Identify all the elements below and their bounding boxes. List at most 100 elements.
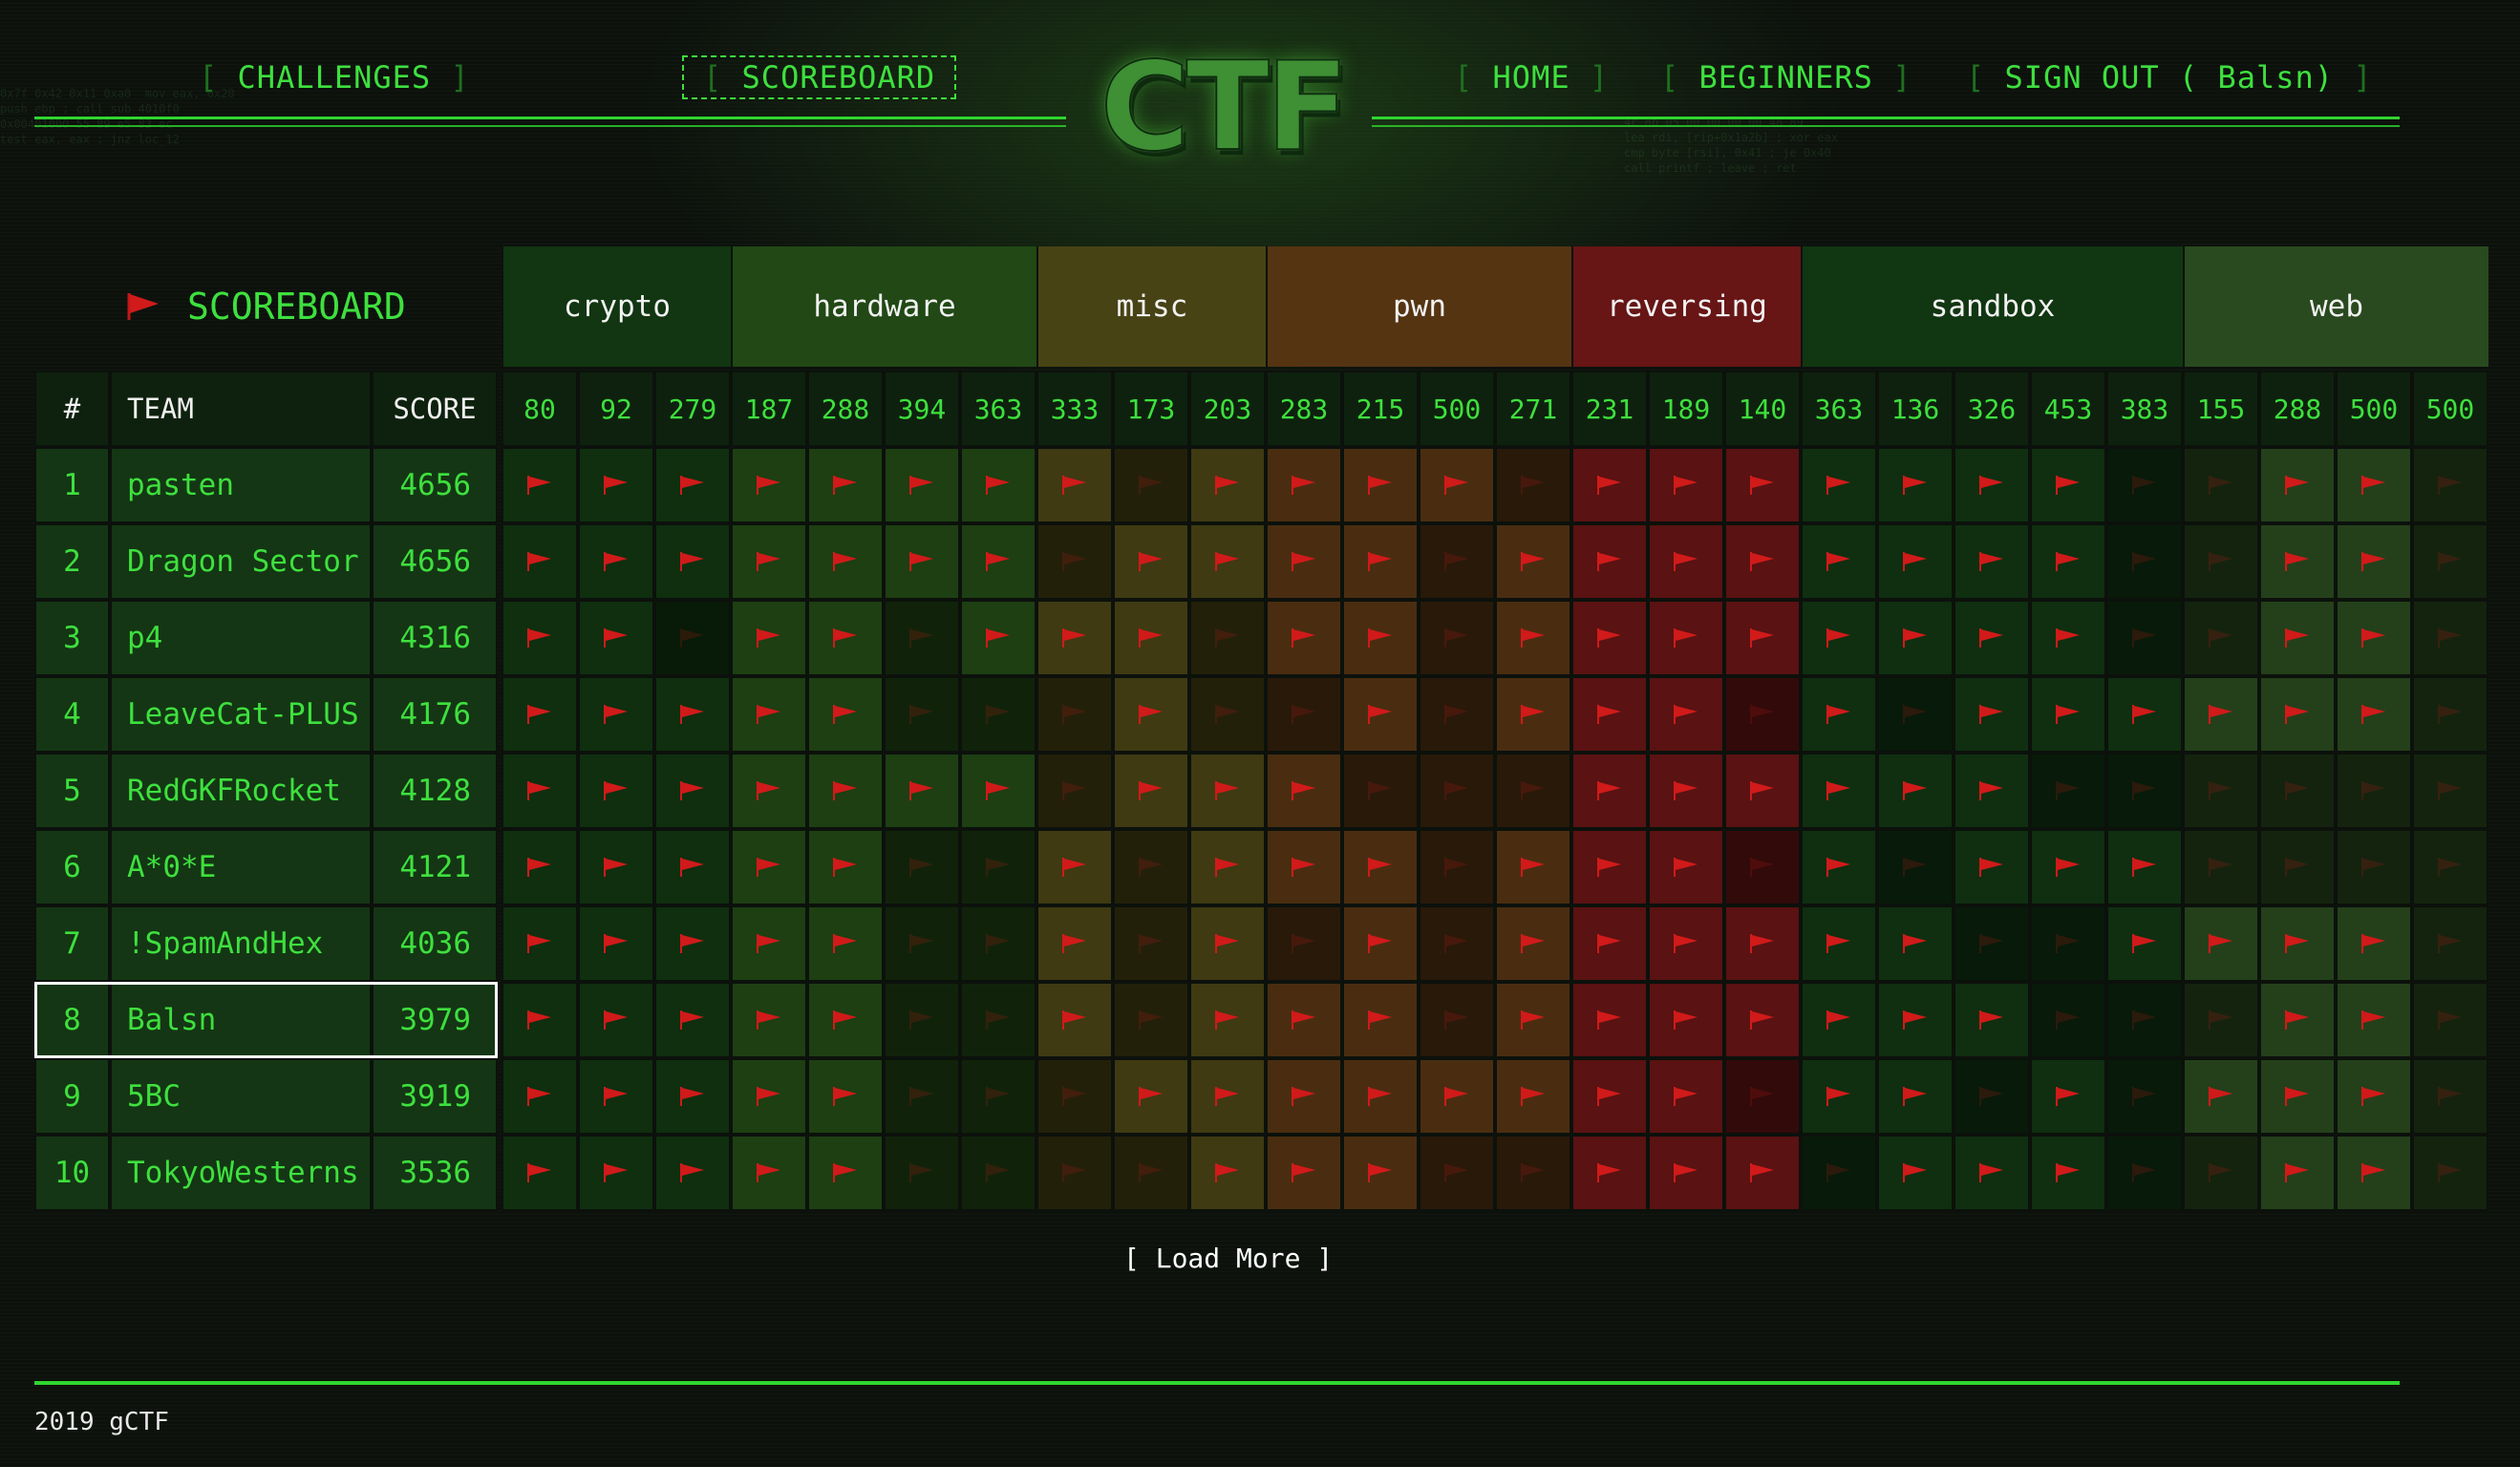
solve-cell[interactable]: [1571, 753, 1648, 829]
solve-cell[interactable]: [1036, 1058, 1113, 1135]
solve-cell[interactable]: [1724, 905, 1801, 982]
solve-cell[interactable]: [1954, 829, 2030, 905]
solve-cell[interactable]: [1189, 1135, 1266, 1211]
solve-cell[interactable]: [578, 753, 654, 829]
solve-cell[interactable]: [2336, 447, 2412, 523]
solve-cell[interactable]: [1342, 982, 1419, 1058]
solve-cell[interactable]: [1877, 447, 1954, 523]
solve-cell[interactable]: [1954, 447, 2030, 523]
solve-cell[interactable]: [807, 982, 884, 1058]
solve-cell[interactable]: [1571, 905, 1648, 982]
solve-cell[interactable]: [2412, 523, 2488, 600]
solve-cell[interactable]: [2030, 447, 2106, 523]
solve-cell[interactable]: [1495, 1058, 1571, 1135]
solve-cell[interactable]: [1342, 1135, 1419, 1211]
solve-cell[interactable]: [1189, 982, 1266, 1058]
solve-cell[interactable]: [502, 905, 578, 982]
solve-cell[interactable]: [2336, 829, 2412, 905]
solve-cell[interactable]: [2183, 1135, 2259, 1211]
solve-cell[interactable]: [2412, 1058, 2488, 1135]
solve-cell[interactable]: [1113, 447, 1189, 523]
solve-cell[interactable]: [1724, 829, 1801, 905]
solve-cell[interactable]: [1724, 1058, 1801, 1135]
solve-cell[interactable]: [1266, 982, 1342, 1058]
solve-cell[interactable]: [1266, 523, 1342, 600]
solve-cell[interactable]: [1495, 905, 1571, 982]
solve-cell[interactable]: [731, 1058, 807, 1135]
solve-cell[interactable]: [1113, 600, 1189, 676]
solve-cell[interactable]: [1113, 982, 1189, 1058]
solve-cell[interactable]: [2183, 1058, 2259, 1135]
solve-cell[interactable]: [654, 447, 731, 523]
solve-cell[interactable]: [1877, 753, 1954, 829]
solve-cell[interactable]: [2259, 600, 2336, 676]
solve-cell[interactable]: [1801, 523, 1877, 600]
solve-cell[interactable]: [1954, 982, 2030, 1058]
solve-cell[interactable]: [654, 829, 731, 905]
solve-cell[interactable]: [807, 1058, 884, 1135]
solve-cell[interactable]: [1266, 600, 1342, 676]
solve-cell[interactable]: [2106, 753, 2183, 829]
solve-cell[interactable]: [1877, 905, 1954, 982]
solve-cell[interactable]: [1189, 447, 1266, 523]
solve-cell[interactable]: [2183, 753, 2259, 829]
solve-cell[interactable]: [2412, 905, 2488, 982]
solve-cell[interactable]: [1571, 600, 1648, 676]
solve-cell[interactable]: [1419, 982, 1495, 1058]
solve-cell[interactable]: [1648, 523, 1724, 600]
solve-cell[interactable]: [2412, 600, 2488, 676]
solve-cell[interactable]: [502, 753, 578, 829]
nav-signout[interactable]: [ SIGN OUT ( Balsn) ]: [1966, 59, 2373, 96]
solve-cell[interactable]: [1419, 523, 1495, 600]
solve-cell[interactable]: [731, 905, 807, 982]
solve-cell[interactable]: [1877, 676, 1954, 753]
nav-challenges[interactable]: [ CHALLENGES ]: [199, 59, 470, 96]
solve-cell[interactable]: [1189, 600, 1266, 676]
solve-cell[interactable]: [1495, 676, 1571, 753]
solve-cell[interactable]: [807, 447, 884, 523]
solve-cell[interactable]: [654, 1058, 731, 1135]
solve-cell[interactable]: [1571, 523, 1648, 600]
solve-cell[interactable]: [1342, 523, 1419, 600]
solve-cell[interactable]: [807, 523, 884, 600]
solve-cell[interactable]: [807, 753, 884, 829]
solve-cell[interactable]: [578, 905, 654, 982]
nav-beginners[interactable]: [ BEGINNERS ]: [1660, 59, 1911, 96]
load-more-button[interactable]: [ Load More ]: [1123, 1243, 1333, 1274]
solve-cell[interactable]: [2183, 905, 2259, 982]
solve-cell[interactable]: [1571, 1058, 1648, 1135]
solve-cell[interactable]: [2259, 523, 2336, 600]
ctf-logo[interactable]: CTF: [1070, 46, 1376, 170]
solve-cell[interactable]: [502, 1058, 578, 1135]
solve-cell[interactable]: [578, 600, 654, 676]
solve-cell[interactable]: [731, 829, 807, 905]
solve-cell[interactable]: [960, 1135, 1036, 1211]
solve-cell[interactable]: [2106, 447, 2183, 523]
solve-cell[interactable]: [502, 523, 578, 600]
solve-cell[interactable]: [1419, 753, 1495, 829]
solve-cell[interactable]: [654, 523, 731, 600]
solve-cell[interactable]: [2336, 982, 2412, 1058]
solve-cell[interactable]: [1266, 905, 1342, 982]
solve-cell[interactable]: [1801, 905, 1877, 982]
solve-cell[interactable]: [578, 1135, 654, 1211]
solve-cell[interactable]: [731, 600, 807, 676]
solve-cell[interactable]: [884, 1058, 960, 1135]
solve-cell[interactable]: [2412, 829, 2488, 905]
solve-cell[interactable]: [2259, 1058, 2336, 1135]
solve-cell[interactable]: [2336, 676, 2412, 753]
solve-cell[interactable]: [1801, 447, 1877, 523]
solve-cell[interactable]: [1036, 676, 1113, 753]
solve-cell[interactable]: [1342, 600, 1419, 676]
solve-cell[interactable]: [2259, 829, 2336, 905]
solve-cell[interactable]: [960, 982, 1036, 1058]
solve-cell[interactable]: [2106, 1135, 2183, 1211]
solve-cell[interactable]: [2336, 600, 2412, 676]
solve-cell[interactable]: [1801, 1058, 1877, 1135]
solve-cell[interactable]: [502, 982, 578, 1058]
solve-cell[interactable]: [2412, 447, 2488, 523]
solve-cell[interactable]: [1036, 982, 1113, 1058]
solve-cell[interactable]: [1266, 753, 1342, 829]
solve-cell[interactable]: [1419, 1135, 1495, 1211]
solve-cell[interactable]: [502, 829, 578, 905]
